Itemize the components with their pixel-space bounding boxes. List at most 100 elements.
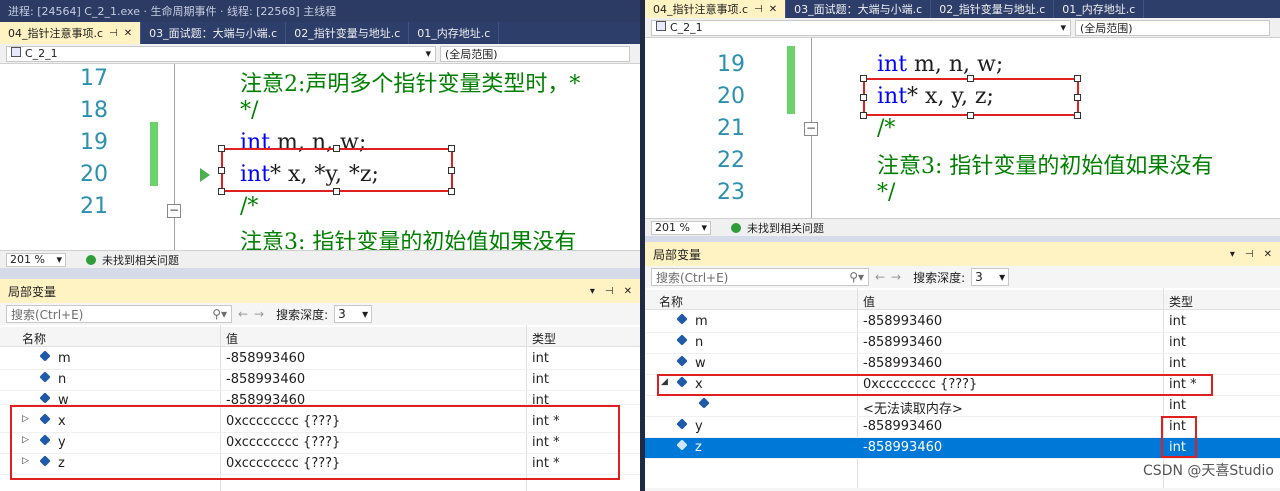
- chevron-down-icon: ▾: [56, 253, 62, 266]
- search-icon[interactable]: ⚲▾: [212, 307, 227, 321]
- highlight-box: [657, 374, 1213, 396]
- locals-grid: 名称 值 类型 m -858993460 int n -858993460 int w-…: [0, 325, 640, 491]
- tab-pointer-notes[interactable]: 04_指针注意事项.c ⊣ ✕: [645, 0, 787, 18]
- close-icon[interactable]: ✕: [1264, 249, 1272, 260]
- resize-handle[interactable]: [1074, 94, 1081, 101]
- collapse-icon[interactable]: −: [804, 122, 818, 136]
- resize-handle[interactable]: [448, 188, 455, 195]
- dropdown-icon[interactable]: ▾: [1230, 249, 1235, 260]
- chevron-down-icon: ▾: [362, 307, 369, 321]
- pin-icon[interactable]: ⊣: [754, 4, 763, 15]
- splitter[interactable]: [0, 268, 640, 279]
- variable-icon: [39, 371, 51, 383]
- collapse-icon[interactable]: −: [167, 204, 181, 218]
- resize-handle[interactable]: [860, 75, 867, 82]
- left-ide-panel: 进程: [24564] C_2_1.exe · 生命周期事件 · 线程: [22…: [0, 0, 640, 491]
- line-number: 19: [80, 130, 108, 155]
- scope-dropdown[interactable]: (全局范围): [440, 45, 630, 62]
- code-editor[interactable]: 17 注意2:声明多个指针变量类型时，* 18 */ 19 int m, n, …: [0, 64, 640, 250]
- resize-handle[interactable]: [333, 188, 340, 195]
- depth-select[interactable]: 3 ▾: [971, 268, 1010, 286]
- resize-handle[interactable]: [333, 145, 340, 152]
- close-icon[interactable]: ✕: [124, 28, 132, 39]
- line-number: 18: [80, 98, 108, 123]
- code-line: int m, n, w;: [877, 52, 1004, 77]
- zoom-dropdown[interactable]: 201 % ▾: [651, 220, 711, 235]
- tab-pointer-address[interactable]: 02_指针变量与地址.c: [286, 22, 410, 44]
- code-line: 注意3: 指针变量的初始值如果没有: [877, 154, 1214, 179]
- resize-handle[interactable]: [860, 112, 867, 119]
- pin-icon[interactable]: ⊣: [1245, 249, 1254, 260]
- tab-endian[interactable]: 03_面试题：大端与小端.c: [141, 22, 287, 44]
- chevron-down-icon: ▾: [1060, 21, 1066, 34]
- variable-icon: [698, 397, 710, 409]
- issues-status[interactable]: 未找到相关问题: [102, 252, 179, 268]
- resize-handle[interactable]: [967, 75, 974, 82]
- resize-handle[interactable]: [218, 188, 225, 195]
- nav-back-forward-icon[interactable]: ←→: [875, 270, 907, 284]
- resize-handle[interactable]: [218, 167, 225, 174]
- table-row[interactable]: m -858993460 int: [645, 312, 1280, 333]
- code-editor[interactable]: 19 int m, n, w; 20 int* x, y, z; 21 /* 2…: [645, 38, 1280, 218]
- debug-process-bar: 进程: [24564] C_2_1.exe · 生命周期事件 · 线程: [22…: [0, 0, 640, 22]
- process-info: 进程: [24564] C_2_1.exe · 生命周期事件 · 线程: [22…: [8, 5, 337, 18]
- project-dropdown[interactable]: C_2_1 ▾: [6, 45, 436, 62]
- depth-select[interactable]: 3 ▾: [334, 305, 373, 323]
- line-number: 17: [80, 66, 108, 91]
- search-input[interactable]: 搜索(Ctrl+E) ⚲▾: [6, 305, 232, 323]
- resize-handle[interactable]: [1074, 75, 1081, 82]
- close-icon[interactable]: ✕: [769, 4, 777, 15]
- highlight-box: [221, 148, 453, 192]
- resize-handle[interactable]: [967, 112, 974, 119]
- resize-handle[interactable]: [860, 94, 867, 101]
- variable-icon: [676, 418, 688, 430]
- close-icon[interactable]: ✕: [624, 286, 632, 297]
- variable-icon: [39, 350, 51, 362]
- code-line: */: [240, 98, 259, 123]
- nav-back-forward-icon[interactable]: ←→: [238, 307, 270, 321]
- table-row[interactable]: w -858993460 int: [645, 354, 1280, 375]
- dropdown-icon[interactable]: ▾: [590, 286, 595, 297]
- variable-icon: [676, 439, 688, 451]
- document-tabs: 04_指针注意事项.c ⊣ ✕ 03_面试题：大端与小端.c 02_指针变量与地址.…: [0, 22, 640, 44]
- code-line: /*: [877, 116, 896, 141]
- resize-handle[interactable]: [448, 145, 455, 152]
- tab-pointer-address[interactable]: 02_指针变量与地址.c: [931, 0, 1055, 18]
- resize-handle[interactable]: [218, 145, 225, 152]
- resize-handle[interactable]: [448, 167, 455, 174]
- variable-icon: [676, 355, 688, 367]
- variable-icon: [39, 392, 51, 404]
- chevron-down-icon: ▾: [425, 47, 431, 60]
- line-number: 20: [717, 84, 745, 109]
- pin-icon[interactable]: ⊣: [109, 28, 118, 39]
- line-number: 22: [717, 148, 745, 173]
- table-row[interactable]: <无法读取内存> int: [645, 396, 1280, 417]
- line-number: 21: [80, 194, 108, 219]
- pin-icon[interactable]: ⊣: [605, 286, 614, 297]
- table-row[interactable]: n -858993460 int: [0, 370, 640, 391]
- tab-memory-address[interactable]: 01_内存地址.c: [1054, 0, 1145, 18]
- editor-status-bar: 201 % ▾ 未找到相关问题: [0, 250, 640, 268]
- scope-dropdown[interactable]: (全局范围): [1075, 19, 1270, 36]
- grid-header: 名称 值 类型: [645, 290, 1280, 310]
- check-circle-icon: [731, 222, 741, 233]
- tab-endian[interactable]: 03_面试题：大端与小端.c: [786, 0, 932, 18]
- grid-header: 名称 值 类型: [0, 327, 640, 347]
- table-row[interactable]: n -858993460 int: [645, 333, 1280, 354]
- locals-search-row: 搜索(Ctrl+E) ⚲▾ ←→ 搜索深度: 3 ▾: [0, 303, 640, 325]
- project-dropdown[interactable]: C_2_1 ▾: [651, 19, 1071, 36]
- table-row[interactable]: w -858993460 int: [0, 391, 640, 405]
- line-number: 20: [80, 162, 108, 187]
- zoom-dropdown[interactable]: 201 % ▾: [6, 252, 66, 267]
- search-input[interactable]: 搜索(Ctrl+E) ⚲▾: [651, 268, 869, 286]
- chevron-down-icon: ▾: [999, 270, 1006, 284]
- resize-handle[interactable]: [1074, 112, 1081, 119]
- tab-pointer-notes[interactable]: 04_指针注意事项.c ⊣ ✕: [0, 22, 142, 44]
- search-icon[interactable]: ⚲▾: [849, 270, 864, 284]
- code-line: 注意3: 指针变量的初始值如果没有: [240, 230, 577, 250]
- issues-status[interactable]: 未找到相关问题: [747, 220, 824, 236]
- table-row[interactable]: m -858993460 int: [0, 349, 640, 370]
- locals-search-row: 搜索(Ctrl+E) ⚲▾ ←→ 搜索深度: 3 ▾: [645, 266, 1280, 288]
- execution-pointer-icon: [200, 168, 210, 182]
- tab-memory-address[interactable]: 01_内存地址.c: [409, 22, 500, 44]
